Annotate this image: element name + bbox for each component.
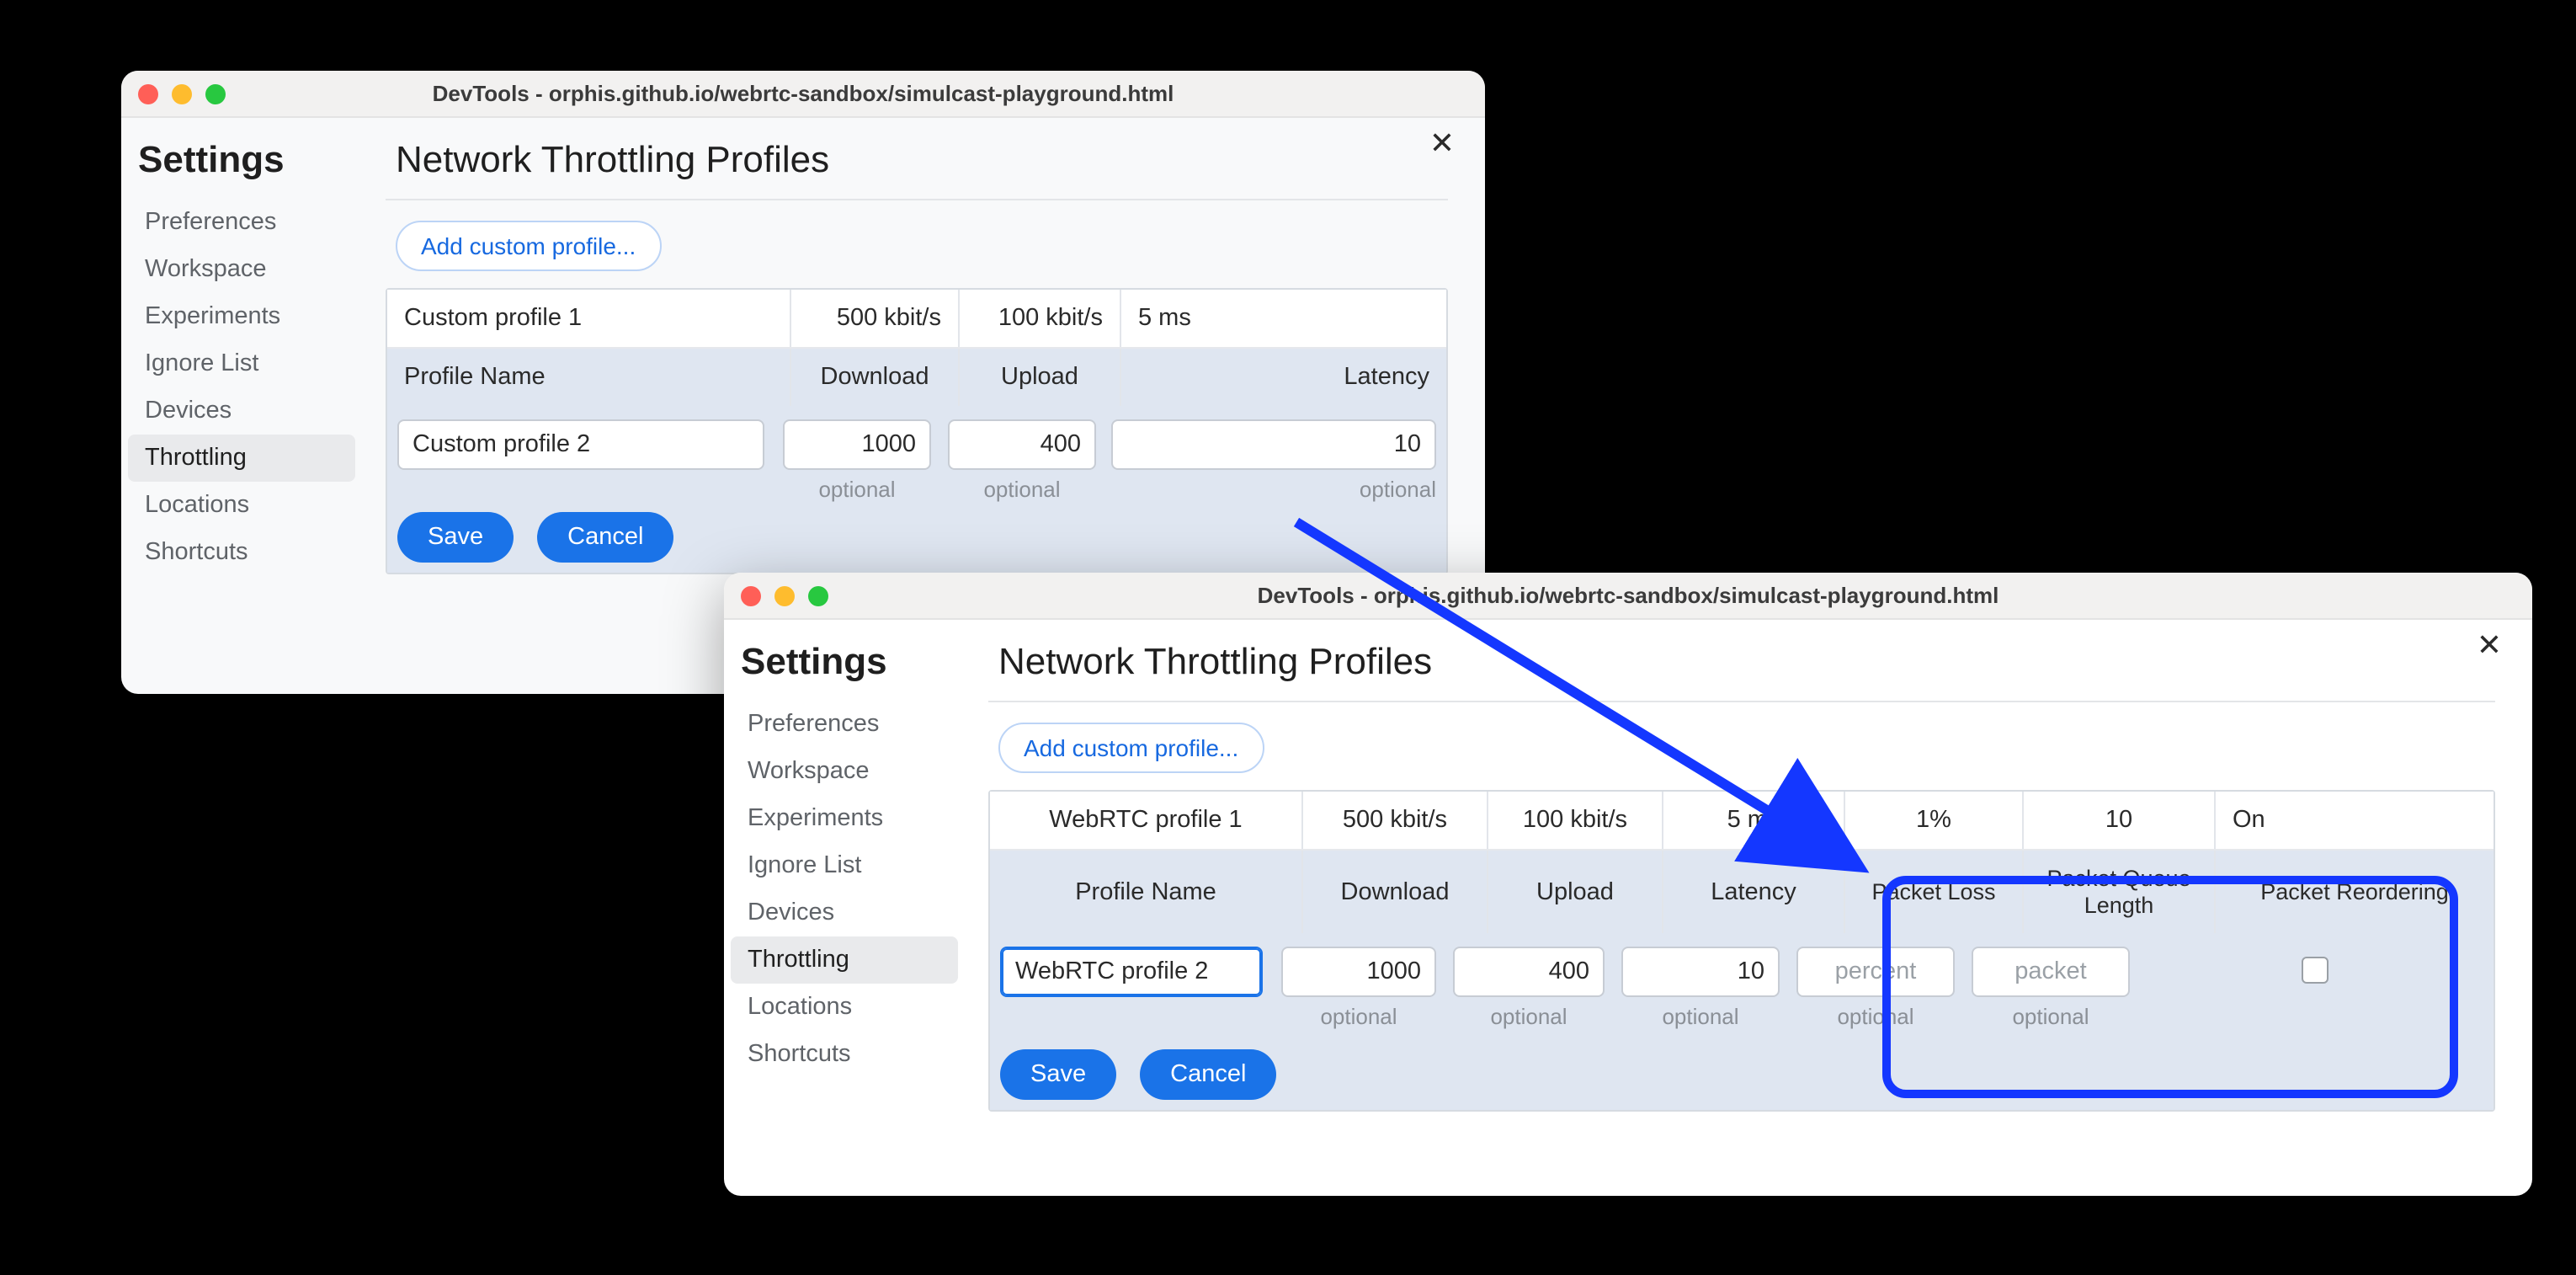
upload-input[interactable] [948,419,1096,470]
cancel-button[interactable]: Cancel [537,512,673,563]
cell-packet-loss: 1% [1845,792,2024,849]
window-minimize-icon[interactable] [172,83,192,104]
packet-queue-input[interactable] [1972,947,2130,997]
sidebar-item-locations[interactable]: Locations [731,984,958,1031]
window-maximize-icon[interactable] [808,585,828,605]
sidebar-title: Settings [731,640,958,701]
profiles-table: WebRTC profile 1 500 kbit/s 100 kbit/s 5… [988,790,2495,1112]
save-button[interactable]: Save [397,512,514,563]
close-icon[interactable]: ✕ [2477,630,2502,660]
sidebar-item-throttling[interactable]: Throttling [731,936,958,984]
sidebar-item-devices[interactable]: Devices [128,387,355,435]
sidebar-item-experiments[interactable]: Experiments [731,795,958,842]
header-packet-queue: Packet Queue Length [2024,851,2216,933]
close-icon[interactable]: ✕ [1429,128,1455,158]
sidebar-item-devices[interactable]: Devices [731,889,958,936]
header-profile-name: Profile Name [990,851,1303,933]
cell-download: 500 kbit/s [1303,792,1488,849]
cell-upload: 100 kbit/s [960,290,1121,347]
window-title: DevTools - orphis.github.io/webrtc-sandb… [724,583,2532,608]
optional-label: optional [1490,1004,1567,1029]
window-maximize-icon[interactable] [205,83,226,104]
optional-label: optional [1837,1004,1913,1029]
page-title: Network Throttling Profiles [988,637,2495,702]
optional-label: optional [1320,1004,1397,1029]
table-row[interactable]: WebRTC profile 1 500 kbit/s 100 kbit/s 5… [990,792,2494,851]
sidebar-item-locations[interactable]: Locations [128,482,355,529]
window-close-icon[interactable] [741,585,761,605]
cell-profile-name: Custom profile 1 [387,290,791,347]
cell-packet-reorder: On [2216,792,2494,849]
window-close-icon[interactable] [138,83,158,104]
cell-upload: 100 kbit/s [1488,792,1663,849]
settings-sidebar: Settings Preferences Workspace Experimen… [121,118,365,694]
table-header: Profile Name Download Upload Latency [387,349,1446,406]
cancel-button[interactable]: Cancel [1140,1049,1276,1100]
sidebar-item-workspace[interactable]: Workspace [731,748,958,795]
sidebar-item-shortcuts[interactable]: Shortcuts [128,529,355,576]
cell-latency: 5 ms [1663,792,1845,849]
sidebar-item-ignore-list[interactable]: Ignore List [128,340,355,387]
table-row[interactable]: Custom profile 1 500 kbit/s 100 kbit/s 5… [387,290,1446,349]
optional-label: optional [818,477,895,502]
header-packet-reorder: Packet Reordering [2216,851,2494,933]
add-custom-profile-button[interactable]: Add custom profile... [396,221,661,271]
header-upload: Upload [960,349,1121,406]
profiles-table: Custom profile 1 500 kbit/s 100 kbit/s 5… [386,288,1448,574]
add-custom-profile-button[interactable]: Add custom profile... [998,723,1264,773]
header-packet-loss: Packet Loss [1845,851,2024,933]
header-download: Download [1303,851,1488,933]
packet-reorder-checkbox[interactable] [2301,957,2328,984]
page-title: Network Throttling Profiles [386,135,1448,200]
sidebar-item-preferences[interactable]: Preferences [128,199,355,246]
sidebar-title: Settings [128,138,355,199]
latency-input[interactable] [1621,947,1780,997]
sidebar-item-workspace[interactable]: Workspace [128,246,355,293]
edit-row: optional optional optional optional [990,933,2494,1110]
save-button[interactable]: Save [1000,1049,1116,1100]
profile-name-input[interactable] [397,419,764,470]
optional-label: optional [983,477,1060,502]
window-title: DevTools - orphis.github.io/webrtc-sandb… [121,81,1485,106]
header-latency: Latency [1121,349,1446,406]
download-input[interactable] [1281,947,1436,997]
header-latency: Latency [1663,851,1845,933]
optional-label: optional [2012,1004,2089,1029]
download-input[interactable] [783,419,931,470]
upload-input[interactable] [1453,947,1605,997]
window-minimize-icon[interactable] [774,585,795,605]
header-download: Download [791,349,960,406]
edit-row: optional optional optional Save [387,406,1446,573]
table-header: Profile Name Download Upload Latency Pac… [990,851,2494,933]
sidebar-item-ignore-list[interactable]: Ignore List [731,842,958,889]
cell-latency: 5 ms [1121,290,1446,347]
devtools-window-after: DevTools - orphis.github.io/webrtc-sandb… [724,573,2532,1196]
optional-label: optional [1662,1004,1738,1029]
packet-loss-input[interactable] [1796,947,1955,997]
latency-input[interactable] [1111,419,1436,470]
profile-name-input[interactable] [1000,947,1263,997]
cell-packet-queue: 10 [2024,792,2216,849]
cell-download: 500 kbit/s [791,290,960,347]
titlebar[interactable]: DevTools - orphis.github.io/webrtc-sandb… [724,573,2532,620]
cell-profile-name: WebRTC profile 1 [990,792,1303,849]
settings-sidebar: Settings Preferences Workspace Experimen… [724,620,968,1196]
header-upload: Upload [1488,851,1663,933]
sidebar-item-experiments[interactable]: Experiments [128,293,355,340]
header-profile-name: Profile Name [387,349,791,406]
sidebar-item-shortcuts[interactable]: Shortcuts [731,1031,958,1078]
sidebar-item-throttling[interactable]: Throttling [128,435,355,482]
optional-label: optional [1360,477,1436,502]
titlebar[interactable]: DevTools - orphis.github.io/webrtc-sandb… [121,71,1485,118]
sidebar-item-preferences[interactable]: Preferences [731,701,958,748]
